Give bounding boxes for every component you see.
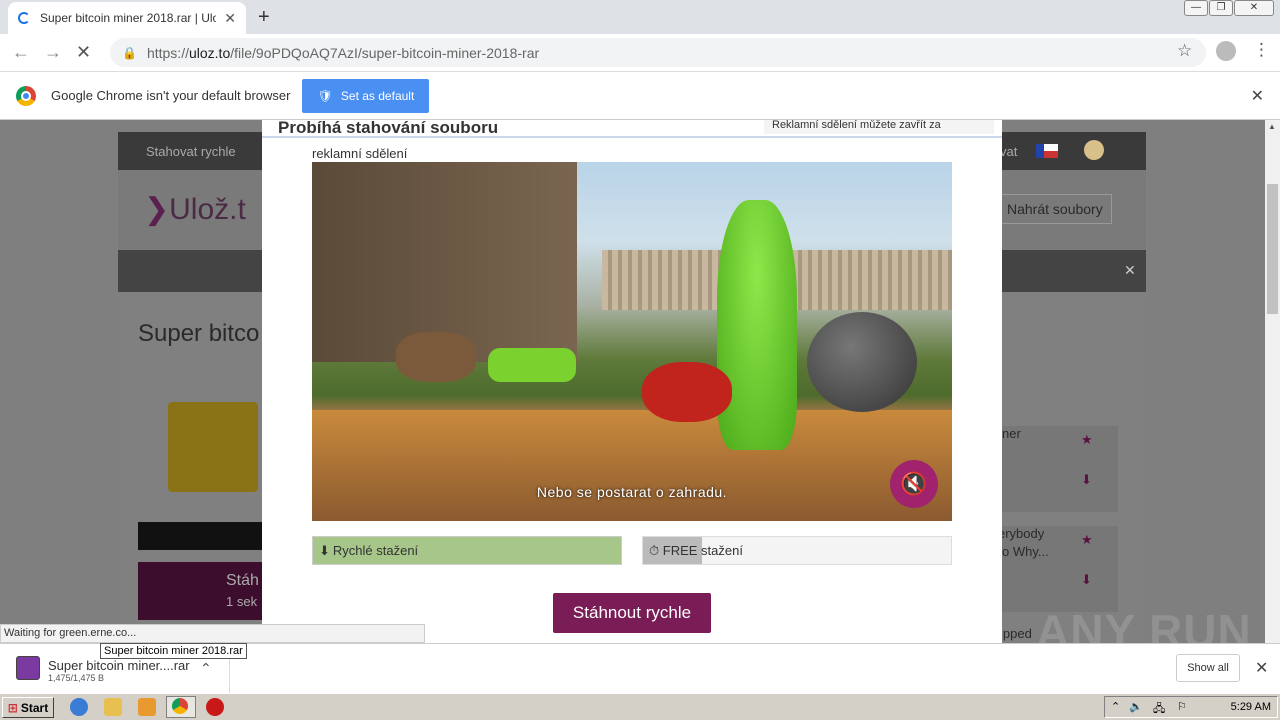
download-file-name: Super bitcoin miner....rar: [48, 658, 190, 673]
download-modal: Probíhá stahování souboru Reklamní sděle…: [262, 120, 1002, 643]
site-logo[interactable]: ❯Ulož.t: [144, 192, 246, 227]
tree-stump-image: [396, 332, 476, 382]
related-item-3-text: ipped: [1000, 626, 1032, 641]
media-player-icon[interactable]: [138, 698, 156, 716]
mute-icon[interactable]: 🔇: [890, 460, 938, 508]
fast-download-label: Rychlé stažení: [332, 543, 419, 558]
url-host: uloz.to: [188, 44, 231, 61]
browser-tab[interactable]: Super bitcoin miner 2018.rar | Ulož.t ✕: [8, 2, 246, 34]
tab-strip: Super bitcoin miner 2018.rar | Ulož.t ✕ …: [0, 0, 1280, 34]
windows-taskbar: ⊞ Start ⌃ 🔈 🖧 ⚐ 5:29 AM: [0, 693, 1280, 720]
profile-avatar-icon[interactable]: [1216, 41, 1236, 61]
taskbar-clock[interactable]: 5:29 AM: [1231, 701, 1271, 713]
free-download-label-wrap: ⏱ FREE stažení: [649, 543, 743, 559]
status-bubble: Waiting for green.erne.co...: [0, 624, 425, 643]
related-item-1-text: ner: [1002, 426, 1021, 441]
grill-image: [807, 312, 917, 412]
stop-loading-icon[interactable]: ✕: [76, 42, 91, 63]
download-file-size: 1,475/1,475 B: [48, 673, 105, 683]
czech-flag-icon[interactable]: [1036, 144, 1058, 158]
site-fast-download-link[interactable]: Stahovat rychle: [146, 144, 236, 159]
flag-icon[interactable]: ⚐: [1177, 700, 1187, 713]
download-icon[interactable]: ⬇: [1081, 572, 1092, 588]
leaves-ground-image: [312, 410, 952, 521]
page-viewport: Stahovat rychle vat ❯Ulož.t Nahrát soubo…: [0, 120, 1265, 643]
ad-video-player[interactable]: Nebo se postarat o zahradu. 🔇: [312, 162, 952, 521]
menu-dots-icon[interactable]: ⋮: [1253, 40, 1270, 60]
volume-icon[interactable]: 🔈: [1129, 700, 1143, 713]
scrollbar-thumb[interactable]: [1267, 184, 1278, 314]
tab-close-icon[interactable]: ✕: [224, 10, 236, 27]
chrome-icon: [172, 698, 188, 714]
start-button[interactable]: ⊞ Start: [2, 697, 54, 718]
address-bar[interactable]: 🔒 https://uloz.to/file/9oPDQoAQ7AzI/supe…: [110, 38, 1206, 67]
file-title: Super bitco: [138, 320, 260, 347]
logo-chevron-icon: ❯: [144, 193, 170, 226]
related-item-2-text: erybody: [998, 526, 1045, 541]
fast-download-promo[interactable]: [138, 562, 268, 620]
related-item-2-text-b: o Why...: [1002, 544, 1049, 559]
set-as-default-label: Set as default: [340, 88, 415, 103]
lock-icon: 🔒: [122, 45, 137, 60]
tab-title: Super bitcoin miner 2018.rar | Ulož.t: [40, 11, 217, 25]
url-scheme: https://: [146, 44, 189, 61]
set-as-default-button[interactable]: 🛡 Set as default: [302, 78, 430, 113]
windows-logo-icon: ⊞: [7, 700, 18, 715]
chevron-up-icon[interactable]: ⌃: [200, 660, 212, 677]
infobar-text: Google Chrome isn't your default browser: [51, 88, 291, 103]
upload-files-button[interactable]: Nahrát soubory: [998, 194, 1112, 224]
opera-icon[interactable]: [206, 698, 224, 716]
leaf-blower-image: [642, 362, 732, 422]
theme-toggle-icon[interactable]: [1084, 140, 1104, 160]
folder-icon[interactable]: [104, 698, 122, 716]
promo-subtitle: 1 sek: [226, 594, 258, 609]
restore-button[interactable]: ❐: [1209, 0, 1233, 16]
chrome-logo-icon: [16, 85, 36, 106]
new-tab-button[interactable]: +: [258, 6, 270, 29]
tray-expand-icon[interactable]: ⌃: [1111, 700, 1120, 713]
modal-header: Probíhá stahování souboru Reklamní sděle…: [262, 120, 1002, 138]
download-icon[interactable]: ⬇: [1081, 472, 1092, 488]
video-caption: Nebo se postarat o zahradu.: [536, 484, 728, 500]
download-fast-button[interactable]: Stáhnout rychle: [553, 593, 711, 633]
modal-title: Probíhá stahování souboru: [278, 120, 499, 137]
start-label: Start: [20, 700, 49, 715]
star-icon[interactable]: ★: [1081, 532, 1093, 548]
back-arrow-icon[interactable]: ←: [12, 42, 30, 63]
url-path: /file/9oPDQoAQ7AzI/super-bitcoin-miner-2…: [230, 44, 540, 61]
loading-spinner-icon: [18, 12, 30, 24]
download-icon: ⬇: [319, 542, 330, 558]
infobar-close-icon[interactable]: ✕: [1251, 86, 1264, 106]
ie-icon[interactable]: [70, 698, 88, 716]
minimize-button[interactable]: —: [1184, 0, 1208, 16]
archive-file-icon: [168, 402, 258, 492]
show-all-button[interactable]: Show all: [1176, 654, 1240, 682]
browser-toolbar: ← → ✕ 🔒 https://uloz.to/file/9oPDQoAQ7Az…: [0, 34, 1280, 72]
free-download-label: FREE stažení: [662, 543, 743, 558]
fast-download-bar[interactable]: ⬇ Rychlé stažení: [312, 536, 622, 565]
rar-file-icon: [16, 656, 40, 680]
site-dark-bar: [138, 522, 268, 550]
site-topbar-partial: vat: [1000, 144, 1018, 159]
forward-arrow-icon[interactable]: →: [44, 42, 62, 63]
default-browser-infobar: Google Chrome isn't your default browser…: [0, 72, 1280, 120]
scroll-up-icon[interactable]: ▲: [1268, 122, 1276, 131]
shelf-close-icon[interactable]: ✕: [1255, 658, 1268, 678]
clock-icon: ⏱: [649, 543, 660, 558]
alien-character-image: [717, 200, 797, 450]
window-close-button[interactable]: ✕: [1234, 0, 1274, 16]
network-icon[interactable]: 🖧: [1153, 700, 1165, 719]
logo-text: Ulož.t: [169, 193, 246, 226]
system-tray: ⌃ 🔈 🖧 ⚐ 5:29 AM: [1104, 696, 1278, 718]
bookmark-star-icon[interactable]: ☆: [1177, 41, 1192, 61]
star-icon[interactable]: ★: [1081, 432, 1093, 448]
lawnmower-image: [488, 348, 576, 382]
shield-icon: 🛡: [317, 88, 333, 103]
close-ad-countdown[interactable]: Reklamní sdělení můžete zavřít za: [764, 120, 994, 134]
free-download-bar[interactable]: ⏱ FREE stažení: [642, 536, 952, 565]
download-tooltip: Super bitcoin miner 2018.rar: [100, 643, 247, 659]
ad-label: reklamní sdělení: [312, 146, 408, 161]
banner-close-icon[interactable]: ✕: [1124, 262, 1136, 279]
promo-title: Stáh: [226, 572, 259, 589]
